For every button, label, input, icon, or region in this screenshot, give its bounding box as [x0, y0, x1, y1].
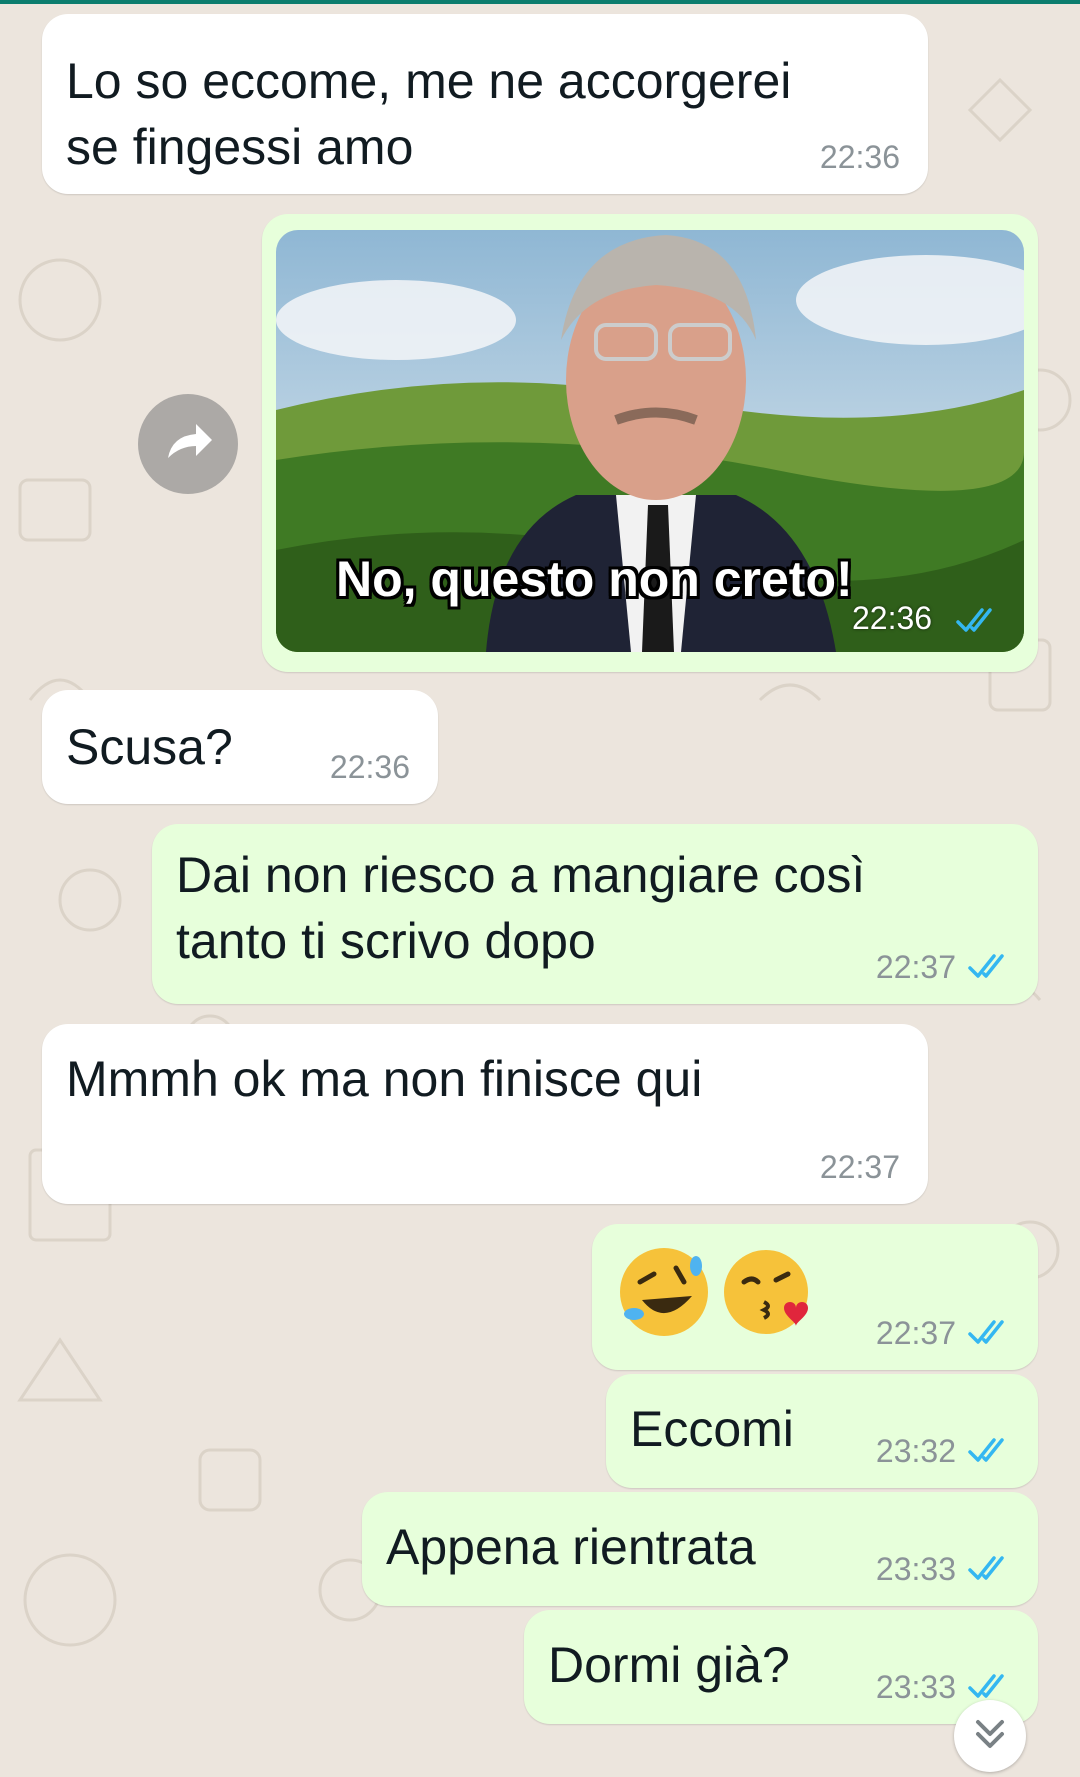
message-text: Mmmh ok ma non finisce qui — [66, 1051, 703, 1107]
incoming-message[interactable]: Scusa? 22:36 — [42, 690, 438, 804]
message-time: 22:36 — [852, 600, 933, 636]
share-arrow-icon — [168, 424, 212, 458]
scroll-to-bottom-button[interactable] — [954, 1700, 1026, 1772]
incoming-message[interactable]: Lo so eccome, me ne accorgerei se finges… — [42, 14, 928, 194]
read-ticks-icon — [968, 954, 1004, 978]
message-text: Scusa? — [66, 719, 233, 775]
message-text: Dai non riesco a mangiare così tanto ti … — [176, 847, 866, 969]
message-text: Eccomi — [630, 1401, 794, 1457]
read-ticks-icon — [968, 1320, 1004, 1344]
message-time: 22:36 — [329, 749, 410, 785]
message-time: 23:32 — [875, 1433, 956, 1469]
message-text: Lo so eccome, me ne accorgerei se finges… — [66, 53, 792, 175]
message-time: 22:36 — [819, 139, 900, 175]
incoming-message[interactable]: Mmmh ok ma non finisce qui 22:37 — [42, 1024, 928, 1204]
outgoing-emoji-message[interactable]: 22:37 — [592, 1224, 1038, 1370]
gif-image[interactable]: No, questo non creto! 22:36 — [276, 230, 1024, 652]
chevron-double-down-icon — [976, 1720, 1004, 1748]
message-time: 23:33 — [875, 1669, 956, 1705]
gif-caption-overlay: No, questo non creto! — [336, 551, 853, 607]
message-time: 23:33 — [875, 1551, 956, 1587]
header-edge — [0, 0, 1080, 4]
read-ticks-icon — [956, 608, 992, 632]
outgoing-gif-message[interactable]: No, questo non creto! 22:36 — [262, 214, 1038, 672]
message-time: 22:37 — [875, 949, 956, 985]
forward-button[interactable] — [138, 394, 238, 494]
read-ticks-icon — [968, 1556, 1004, 1580]
outgoing-message[interactable]: Eccomi 23:32 — [606, 1374, 1038, 1488]
message-time: 22:37 — [819, 1149, 900, 1185]
message-text: Dormi già? — [548, 1637, 790, 1693]
outgoing-message[interactable]: Dai non riesco a mangiare così tanto ti … — [152, 824, 1038, 1004]
read-ticks-icon — [968, 1438, 1004, 1462]
message-time: 22:37 — [875, 1315, 956, 1351]
rolling-on-floor-laughing-icon — [620, 1248, 708, 1336]
message-text: Appena rientrata — [386, 1519, 756, 1575]
face-blowing-kiss-icon — [724, 1250, 808, 1334]
outgoing-message[interactable]: Appena rientrata 23:33 — [362, 1492, 1038, 1606]
read-ticks-icon — [968, 1674, 1004, 1698]
